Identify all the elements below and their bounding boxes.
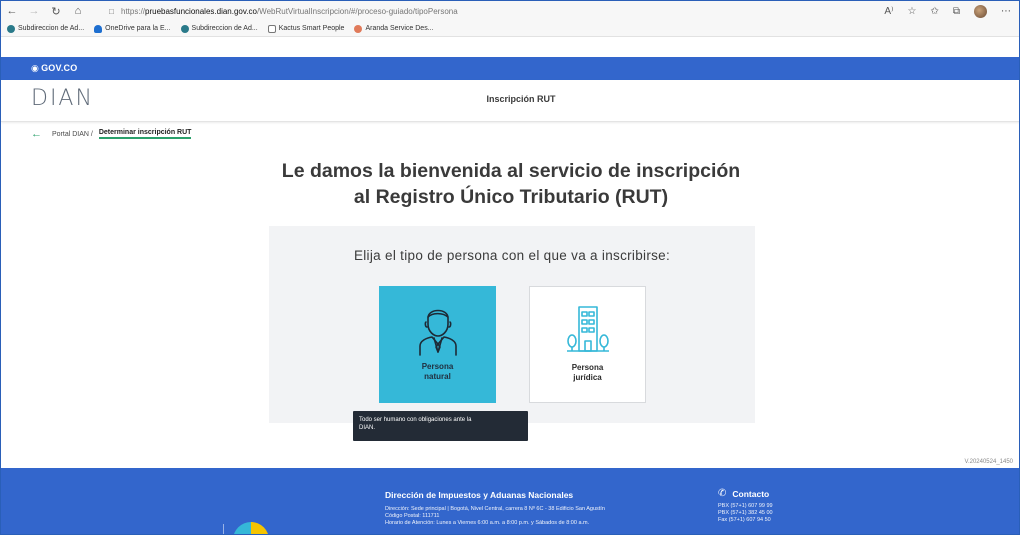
favorite-label: Subdireccion de Ad... [191,25,258,32]
footer-hours: Horario de Atención: Lunes a Viernes 6:0… [385,520,590,526]
url-domain: pruebasfuncionales.dian.gov.co [145,6,257,16]
option-tooltip: Todo ser humano con obligaciones ante la… [353,411,528,441]
collections-icon[interactable]: ⧉ [953,6,960,17]
url-path: /WebRutVirtualInscripcion/#/proceso-guia… [256,6,458,16]
favorite-item[interactable]: Subdireccion de Ad... [7,24,85,33]
breadcrumb-portal-dian[interactable]: Portal DIAN / [52,131,93,138]
footer-address-block: Dirección de Impuestos y Aduanas Naciona… [385,490,605,527]
footer-divider [223,524,224,534]
back-icon[interactable]: ← [1,1,23,21]
refresh-icon[interactable]: ↻ [45,1,67,21]
question-text: Elija el tipo de persona con el que va a… [353,248,671,263]
favorite-label: OneDrive para la E... [105,25,171,32]
option-label-line: natural [424,372,451,381]
footer-postal-code: Código Postal: 111711 [385,513,440,519]
contact-fax: Fax (57+1) 607 94 50 [718,517,771,523]
version-label: V.20240524_1450 [964,459,1014,465]
option-persona-natural[interactable]: Persona natural [379,286,496,403]
option-label: Persona jurídica [548,363,628,383]
page-icon [267,24,276,33]
person-type-panel: Elija el tipo de persona con el que va a… [269,226,755,423]
browser-actions: A⁾ ☆ ✩ ⧉ ⋯ [884,4,1019,18]
tooltip-line: Todo ser humano con obligaciones ante la [359,417,472,423]
gov-co-bar: ◉ GOV.CO [1,57,1019,80]
home-icon[interactable]: ⌂ [67,1,89,21]
contact-pbx-2[interactable]: PBX (57+1) 382 45 00 [718,510,773,517]
footer-contact-block: ✆ Contacto PBX (57+1) 607 99 99 PBX (57+… [718,488,773,524]
favorite-icon[interactable]: ☆ [908,6,917,17]
favorite-label: Kactus Smart People [278,25,345,32]
page-title: Le damos la bienvenida al servicio de in… [1,158,1019,210]
lock-icon: □ [109,6,114,16]
aranda-icon [354,24,363,33]
footer-address: Dirección: Sede principal | Bogotá, Nive… [385,506,605,512]
option-label: Persona natural [398,362,478,382]
building-icon [566,306,609,352]
contact-pbx-1[interactable]: PBX (57+1) 607 99 99 [718,503,773,510]
favorite-label: Subdireccion de Ad... [18,25,85,32]
contact-title: Contacto [732,488,770,499]
profile-avatar[interactable] [974,4,987,18]
option-persona-juridica[interactable]: Persona jurídica [529,286,646,403]
favorite-item[interactable]: OneDrive para la E... [94,24,171,33]
favorite-site-icon [7,24,15,33]
site-header: DIAN Inscripción RUT [1,80,1019,122]
favorite-site-icon [180,24,189,33]
favorite-item[interactable]: Aranda Service Des... [354,24,434,33]
favorite-item[interactable]: Kactus Smart People [267,24,345,33]
favorite-label: Aranda Service Des... [365,25,434,32]
url-field[interactable]: □ https:// pruebasfuncionales.dian.gov.c… [109,3,884,19]
tooltip-line: DIAN. [359,425,376,431]
phone-icon: ✆ [718,488,727,499]
browser-window: ← → ↻ ⌂ □ https:// pruebasfuncionales.di… [0,0,1020,535]
address-toolbar: ← → ↻ ⌂ □ https:// pruebasfuncionales.di… [1,1,1019,21]
onedrive-icon [94,24,103,33]
breadcrumb: ← Portal DIAN / Determinar inscripción R… [31,128,192,140]
contact-heading: ✆ Contacto [718,488,773,499]
title-line-2: al Registro Único Tributario (RUT) [353,186,669,208]
person-icon [418,309,457,356]
page-header-title: Inscripción RUT [486,94,556,104]
gov-co-logo[interactable]: ◉ GOV.CO [31,63,77,74]
favorite-item[interactable]: Subdireccion de Ad... [180,24,258,33]
more-icon[interactable]: ⋯ [1001,6,1011,17]
option-label-line: Persona [571,363,604,372]
option-label-line: Persona [421,362,454,371]
gov-co-label: GOV.CO [41,63,78,73]
read-aloud-icon[interactable]: A⁾ [884,6,893,17]
forward-icon[interactable]: → [23,1,45,21]
option-label-line: jurídica [573,373,602,382]
footer-logo [233,522,269,534]
breadcrumb-current: Determinar inscripción RUT [98,129,192,139]
back-arrow-icon[interactable]: ← [31,128,42,140]
site-footer: Dirección de Impuestos y Aduanas Naciona… [1,468,1019,534]
favorites-icon[interactable]: ✩ [930,6,938,17]
favorites-bar: Subdireccion de Ad... OneDrive para la E… [1,21,1019,37]
footer-title: Dirección de Impuestos y Aduanas Naciona… [385,490,574,500]
url-scheme: https:// [121,6,146,16]
title-line-1: Le damos la bienvenida al servicio de in… [281,160,741,182]
